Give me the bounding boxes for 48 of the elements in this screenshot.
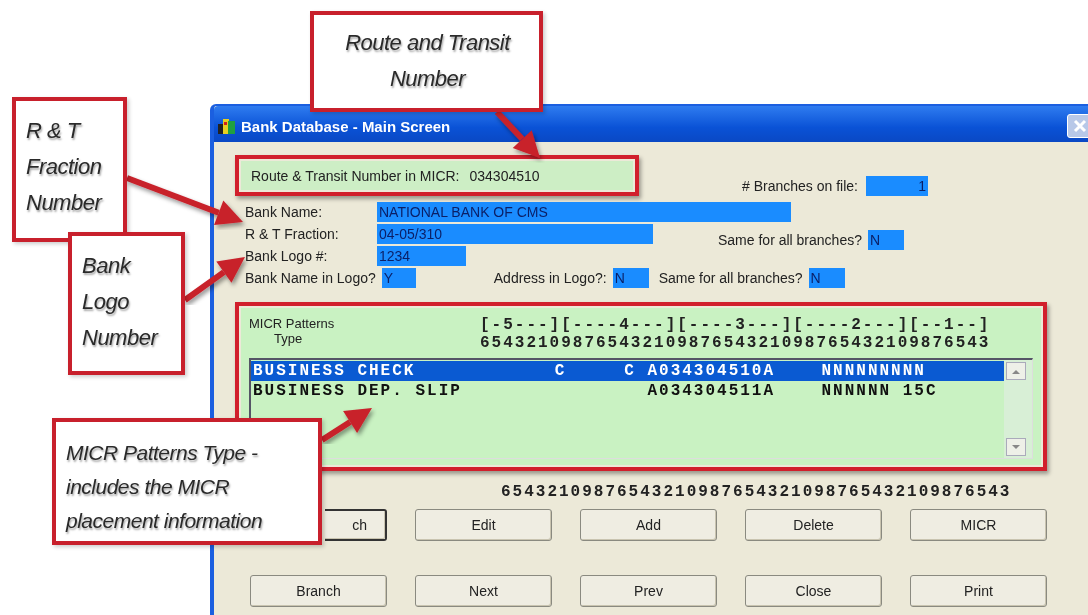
- action-button[interactable]: Edit: [415, 509, 552, 541]
- action-button[interactable]: Next: [415, 575, 552, 607]
- list-item[interactable]: BUSINESS DEP. SLIP A034304511A NNNNNN 15C: [251, 381, 1004, 401]
- app-icon: [218, 118, 236, 134]
- field-label: R & T Fraction:: [245, 226, 340, 242]
- position-ruler: 65432109876543210987654321098765432109876543: [501, 483, 1012, 501]
- action-button[interactable]: Add: [580, 509, 717, 541]
- position-ruler: [-5---][----4---][----3---][----2---][--1--]: [480, 316, 991, 334]
- field-label: Address in Logo?:: [493, 270, 607, 286]
- field-label: Bank Logo #:: [245, 248, 329, 264]
- value-field[interactable]: 1234: [377, 246, 466, 266]
- scrollbar[interactable]: [1004, 360, 1032, 458]
- action-button[interactable]: Branch: [250, 575, 387, 607]
- close-button[interactable]: [1067, 114, 1088, 138]
- column-header: Type: [273, 331, 304, 346]
- field-label: Bank Name:: [245, 204, 324, 220]
- value-field[interactable]: NATIONAL BANK OF CMS: [377, 202, 791, 222]
- field-label: Same for all branches?: [718, 232, 862, 248]
- value-field[interactable]: N: [612, 268, 649, 288]
- value-field[interactable]: 1: [865, 176, 928, 196]
- callout-box: Route and Transit Number: [310, 11, 543, 112]
- callout-arrow: [183, 257, 245, 303]
- action-button[interactable]: Prev: [580, 575, 717, 607]
- callout-box: R & T Fraction Number: [12, 97, 127, 242]
- field-label: Same for all branches?: [658, 270, 803, 286]
- window-title: Bank Database - Main Screen: [241, 117, 451, 135]
- action-button[interactable]: Close: [745, 575, 882, 607]
- action-button[interactable]: ch: [325, 509, 387, 541]
- callout-box: Bank Logo Number: [68, 232, 185, 375]
- route-number: 034304510: [469, 167, 540, 184]
- up-arrow-icon[interactable]: [1012, 368, 1020, 374]
- action-button[interactable]: Print: [910, 575, 1047, 607]
- down-arrow-icon[interactable]: [1012, 444, 1020, 450]
- field-label: # Branches on file:: [742, 178, 858, 194]
- list-item[interactable]: BUSINESS CHECK C C A034304510A NNNNNNNNN: [251, 361, 1004, 381]
- callout-box: MICR Patterns Type - includes the MICR placement information: [52, 418, 322, 545]
- callout-arrow: [320, 408, 372, 443]
- position-ruler: 65432109876543210987654321098765432109876543: [480, 334, 991, 352]
- value-field[interactable]: Y: [381, 268, 416, 288]
- close-icon: [1072, 119, 1087, 133]
- value-field[interactable]: N: [867, 230, 904, 250]
- field-label: Bank Name in Logo?: [245, 270, 376, 286]
- field-label: Route & Transit Number in MICR:: [251, 167, 460, 184]
- section-title: MICR Patterns: [249, 316, 336, 331]
- action-button[interactable]: MICR: [910, 509, 1047, 541]
- action-button[interactable]: Delete: [745, 509, 882, 541]
- value-field[interactable]: N: [808, 268, 845, 288]
- value-field[interactable]: 04-05/310: [377, 224, 653, 244]
